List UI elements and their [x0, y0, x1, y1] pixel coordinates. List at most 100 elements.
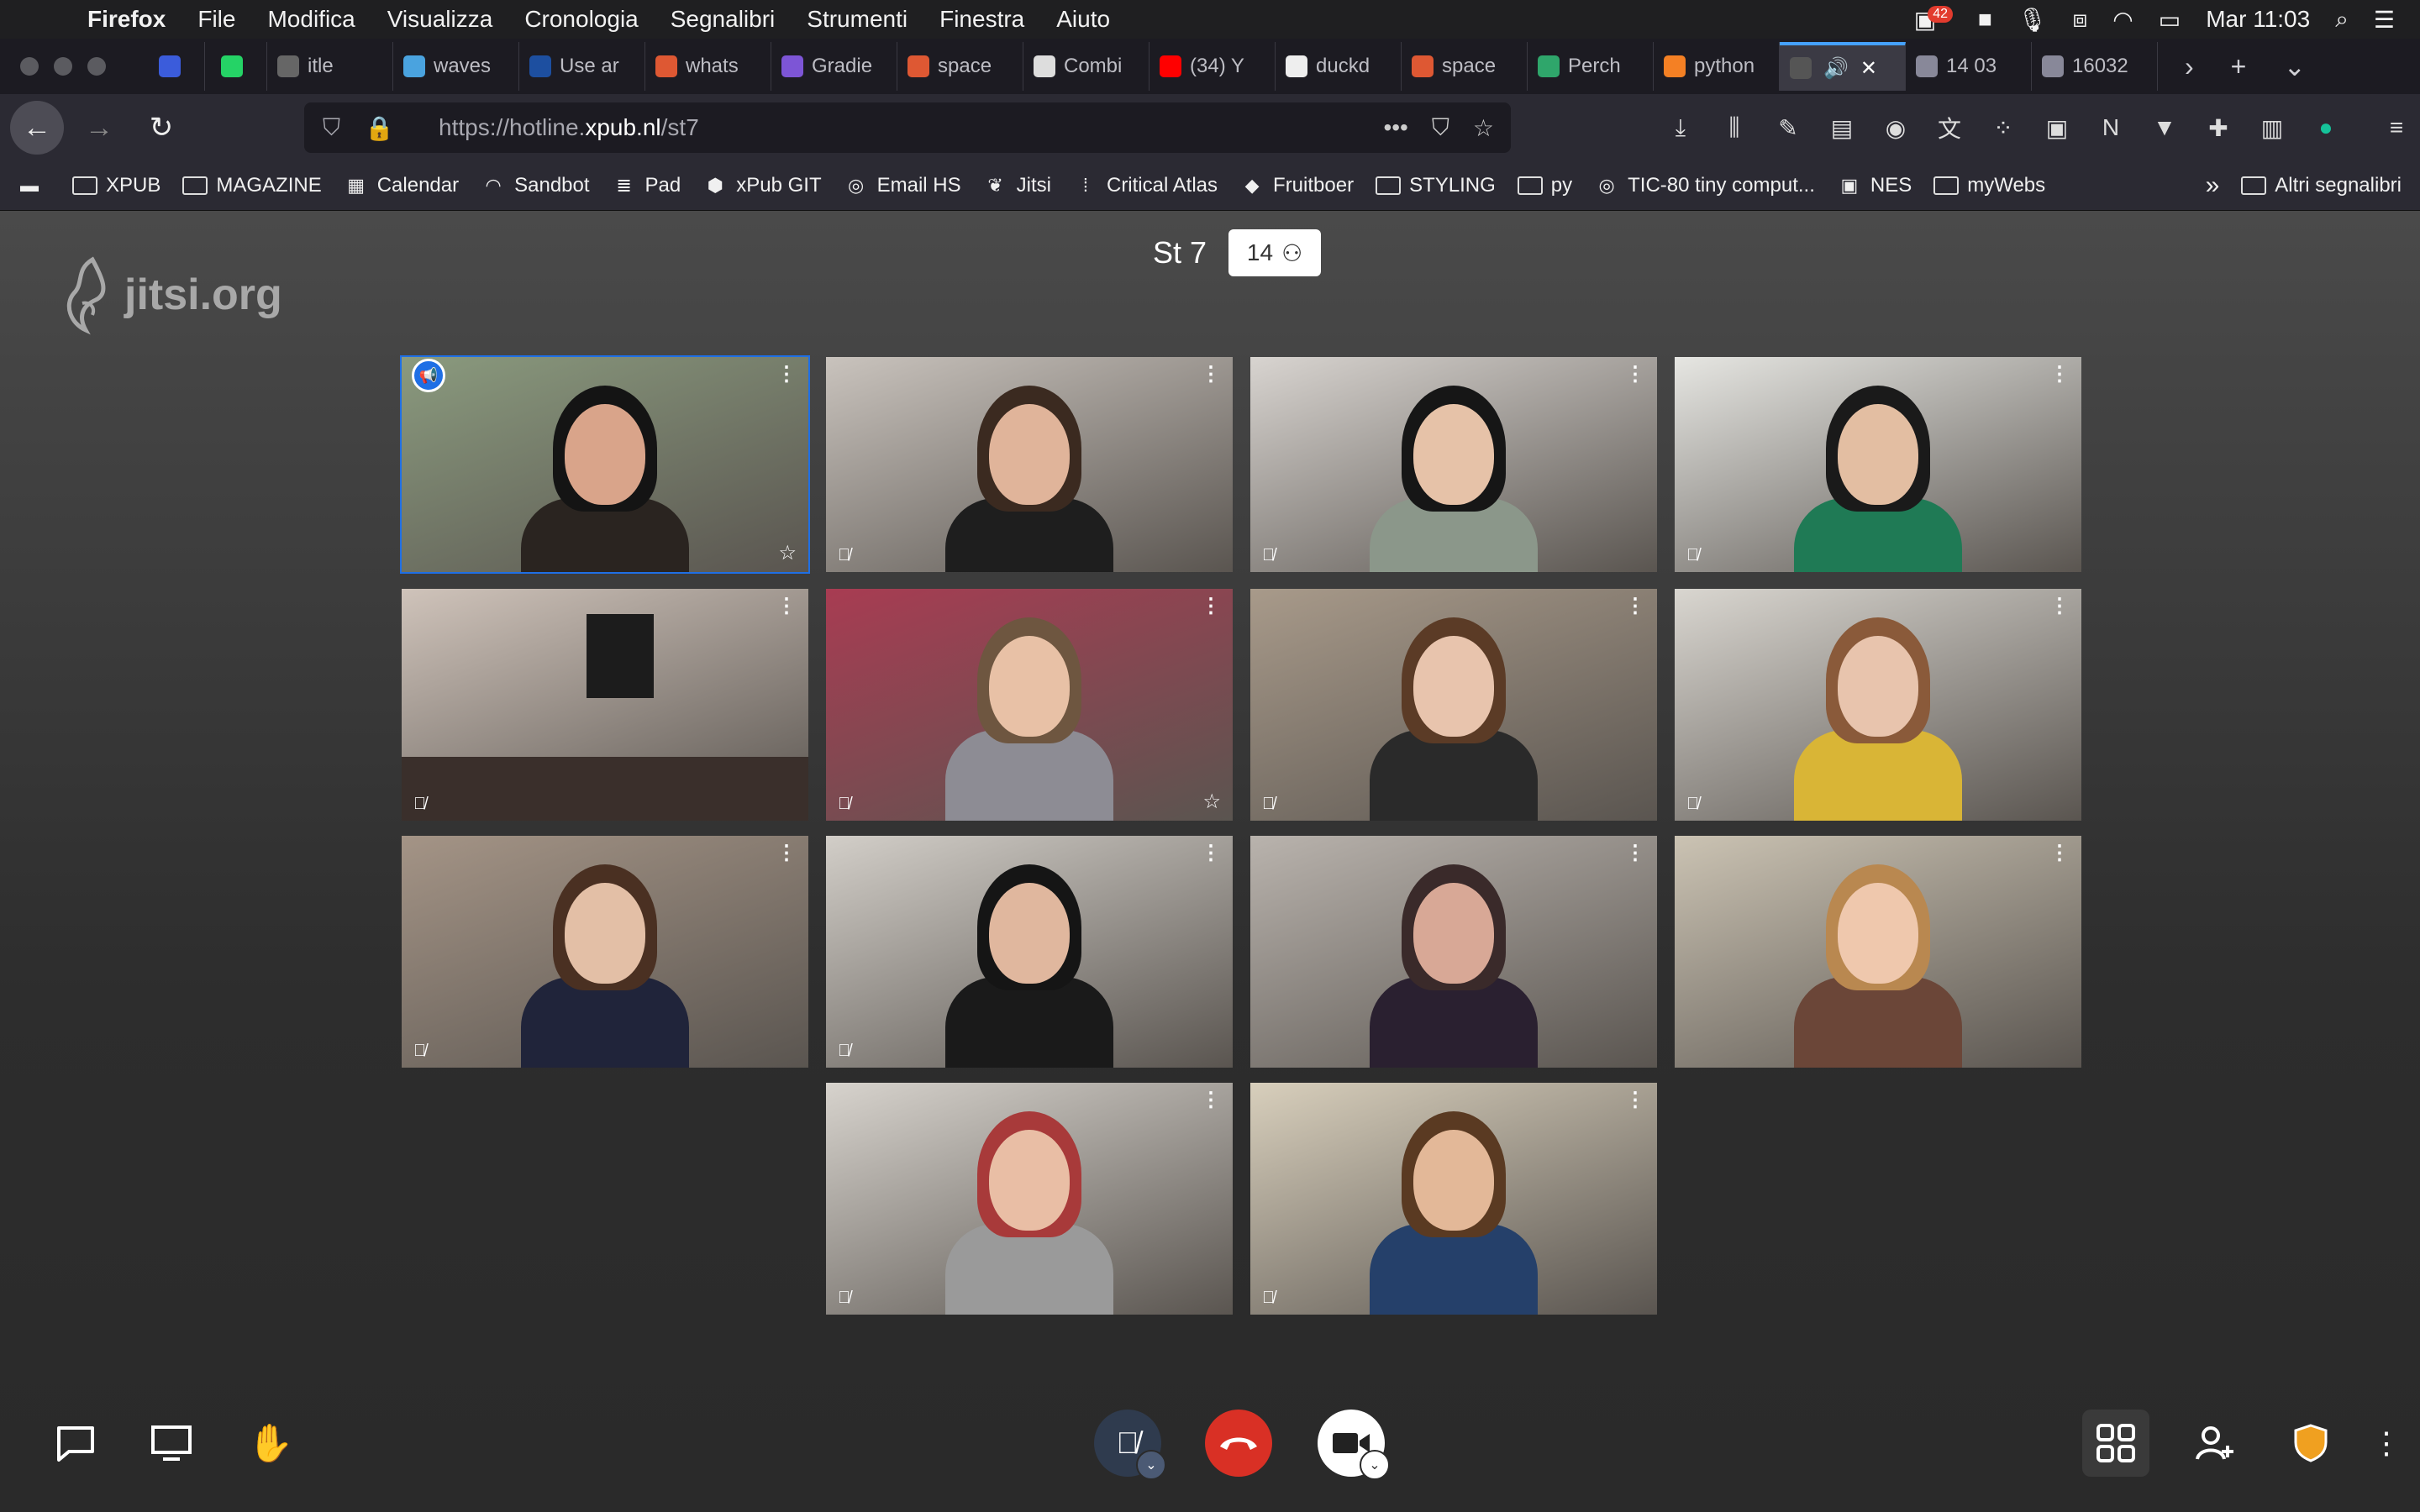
menu-modifica[interactable]: Modifica	[267, 6, 355, 33]
tile-menu-icon[interactable]: ⋮	[776, 841, 797, 865]
tab[interactable]: Gradie	[771, 42, 897, 91]
bookmark-item[interactable]: ◠ Sandbot	[481, 174, 590, 197]
tab[interactable]: Combi	[1023, 42, 1150, 91]
video-tile-participant-9[interactable]: ⋮ 🎙̸	[402, 836, 808, 1068]
vue-devtools-icon[interactable]: ▼	[2138, 114, 2191, 141]
camera-button[interactable]: ⌄	[1318, 1410, 1390, 1480]
video-tile-participant-4[interactable]: ⋮ 🎙̸	[1675, 357, 2081, 572]
bookmark-item[interactable]: ⁞ Critical Atlas	[1073, 174, 1218, 197]
microphone-button[interactable]: 🎙̸ ⌄	[1094, 1410, 1166, 1480]
bookmark-item[interactable]: myWebs	[1933, 174, 2045, 197]
fullscreen-window-button[interactable]	[87, 57, 106, 76]
menu-aiuto[interactable]: Aiuto	[1056, 6, 1110, 33]
tab[interactable]: python	[1654, 42, 1780, 91]
page-actions-icon[interactable]: •••	[1383, 114, 1407, 142]
video-tile-participant-12[interactable]: ⋮	[1675, 836, 2081, 1068]
microphone-status-icon[interactable]: 🎙	[2018, 6, 2048, 34]
chat-button[interactable]	[42, 1410, 109, 1477]
tile-menu-icon[interactable]: ⋮	[1625, 362, 1645, 386]
tab-active[interactable]: 🔊 ✕	[1780, 42, 1906, 91]
video-tile-participant-10[interactable]: ⋮ 🎙̸	[826, 836, 1233, 1068]
wifi-icon[interactable]: ◠	[2112, 6, 2133, 34]
tracking-protection-shield-icon[interactable]: ⛉	[323, 114, 340, 142]
tab-pinned[interactable]	[205, 42, 267, 91]
lock-icon[interactable]: 🔒	[365, 114, 394, 142]
menu-segnalibri[interactable]: Segnalibri	[671, 6, 776, 33]
url-bar[interactable]: ⛉ 🔒 https://hotline.xpub.nl/st7 ••• ⛉ ☆	[304, 102, 1511, 153]
tile-menu-icon[interactable]: ⋮	[1201, 362, 1221, 386]
new-tab-icon[interactable]: +	[2231, 51, 2247, 82]
tab[interactable]: (34) Y	[1150, 42, 1276, 91]
video-tile-participant-13[interactable]: ⋮ 🎙̸	[826, 1083, 1233, 1315]
tile-menu-icon[interactable]: ⋮	[776, 594, 797, 618]
tile-menu-icon[interactable]: ⋮	[1625, 594, 1645, 618]
tab[interactable]: whats	[645, 42, 771, 91]
participant-count-button[interactable]: 14 ⚇	[1228, 229, 1322, 276]
translate-icon[interactable]: 文	[1923, 111, 1976, 144]
reader-icon[interactable]: ▥	[2245, 114, 2299, 142]
sidebar-icon[interactable]: ▤	[1815, 114, 1869, 142]
grammarly-icon[interactable]: ●	[2299, 114, 2353, 141]
raise-hand-button[interactable]: ✋	[237, 1410, 304, 1477]
close-tab-icon[interactable]: ✕	[1860, 56, 1877, 81]
hangup-button[interactable]	[1205, 1410, 1272, 1477]
tile-view-button[interactable]	[2082, 1410, 2149, 1477]
tile-menu-icon[interactable]: ⋮	[776, 362, 797, 386]
tile-menu-icon[interactable]: ⋮	[2049, 594, 2070, 618]
scroll-tabs-right-icon[interactable]: ›	[2185, 51, 2194, 82]
menu-app-firefox[interactable]: Firefox	[87, 6, 166, 33]
video-tile-participant-14[interactable]: ⋮ 🎙̸	[1250, 1083, 1657, 1315]
close-window-button[interactable]	[20, 57, 39, 76]
bookmark-item[interactable]: py	[1517, 174, 1572, 197]
bookmark-item[interactable]: ◎ Email HS	[844, 174, 961, 197]
puzzle-extensions-icon[interactable]: ✚	[2191, 114, 2245, 142]
bookmark-item[interactable]: XPUB	[72, 174, 160, 197]
tab[interactable]: space	[897, 42, 1023, 91]
screenshot-icon[interactable]: ▣	[2030, 114, 2084, 142]
bookmark-item[interactable]: ◎ TIC-80 tiny comput...	[1594, 174, 1815, 197]
notion-icon[interactable]: N	[2084, 114, 2138, 141]
video-tile-participant-8[interactable]: ⋮ 🎙̸	[1675, 589, 2081, 821]
screen-share-button[interactable]	[138, 1410, 205, 1477]
pocket-icon[interactable]: ⛉	[1432, 114, 1449, 142]
bookmarks-chevron-icon[interactable]: »	[2206, 171, 2220, 200]
invite-button[interactable]	[2181, 1410, 2249, 1477]
camera-status-icon[interactable]: ■	[1978, 6, 1992, 33]
downloads-icon[interactable]: ⤓	[1654, 114, 1707, 142]
bookmark-item[interactable]: STYLING	[1376, 174, 1496, 197]
spotlight-search-icon[interactable]: ⌕	[2335, 6, 2349, 34]
list-all-tabs-icon[interactable]: ⌄	[2283, 50, 2306, 82]
extension-icon[interactable]: ✎	[1761, 114, 1815, 142]
video-tile-participant-1[interactable]: 📢 ⋮ ☆	[400, 355, 810, 574]
video-tile-participant-11[interactable]: ⋮	[1250, 836, 1657, 1068]
hamburger-menu-icon[interactable]: ≡	[2370, 114, 2420, 141]
menu-finestra[interactable]: Finestra	[939, 6, 1024, 33]
library-icon[interactable]: ⫼	[1707, 114, 1761, 142]
video-tile-participant-5[interactable]: ⋮ 🎙̸	[402, 589, 808, 821]
jitsi-watermark[interactable]: jitsi.org	[59, 253, 282, 337]
other-bookmarks[interactable]: Altri segnalibri	[2275, 174, 2402, 197]
tab[interactable]: duckd	[1276, 42, 1402, 91]
tile-menu-icon[interactable]: ⋮	[2049, 362, 2070, 386]
tile-menu-icon[interactable]: ⋮	[1625, 1088, 1645, 1112]
menu-cronologia[interactable]: Cronologia	[524, 6, 638, 33]
video-tile-participant-2[interactable]: ⋮ 🎙̸	[826, 357, 1233, 572]
tab[interactable]: waves	[393, 42, 519, 91]
tab[interactable]: itle	[267, 42, 393, 91]
reload-button[interactable]: ↻	[134, 101, 188, 155]
bookmark-item[interactable]: ▬	[17, 175, 50, 196]
url-text[interactable]: https://hotline.xpub.nl/st7	[439, 114, 699, 141]
bookmark-item[interactable]: ❦ Jitsi	[983, 174, 1051, 197]
tile-menu-icon[interactable]: ⋮	[1625, 841, 1645, 865]
security-options-button[interactable]	[2277, 1410, 2344, 1477]
tab-audio-icon[interactable]: 🔊	[1823, 56, 1849, 81]
video-tile-participant-3[interactable]: ⋮ 🎙̸	[1250, 357, 1657, 572]
video-tile-participant-7[interactable]: ⋮ 🎙̸	[1250, 589, 1657, 821]
menu-file[interactable]: File	[197, 6, 235, 33]
menu-strumenti[interactable]: Strumenti	[807, 6, 908, 33]
extension-dots-icon[interactable]: ⁘	[1976, 114, 2030, 142]
tab-pinned[interactable]	[143, 42, 205, 91]
tab[interactable]: Perch	[1528, 42, 1654, 91]
tile-menu-icon[interactable]: ⋮	[2049, 841, 2070, 865]
microphone-options-icon[interactable]: ⌄	[1136, 1450, 1166, 1480]
